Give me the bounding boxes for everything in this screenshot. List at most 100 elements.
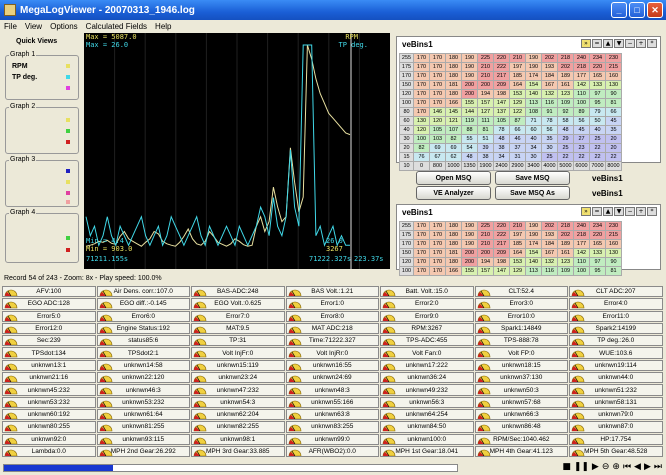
ve-cell[interactable]: 60 [525,125,542,135]
gauge[interactable]: Error2:0 [380,298,474,310]
ve-cell[interactable]: 170 [429,89,446,99]
gauge[interactable]: unknwn86:48 [474,421,568,433]
gauge[interactable]: unknwn46:3 [96,384,190,396]
ve-cell[interactable]: 81 [605,266,622,276]
gauge[interactable]: unknwn84:50 [380,421,474,433]
ve-cell[interactable]: 202 [541,53,558,63]
gauge[interactable]: unknwn83:255 [285,421,379,433]
ve-cell[interactable]: 185 [509,239,526,249]
gauge[interactable]: Lambda:0.0 [2,445,96,458]
gauge[interactable]: unknwn48:3 [285,384,379,396]
ve-cell[interactable]: 170 [429,266,446,276]
ve-cell[interactable]: 180 [445,62,462,72]
ve-cell[interactable]: 170 [413,107,430,117]
ve-cell[interactable]: 91 [541,107,558,117]
gauge[interactable]: unknwn23:24 [191,372,285,384]
graph-3-group[interactable]: Graph 3 [5,156,79,207]
ve-cell[interactable]: 164 [509,248,526,258]
ve-cell[interactable]: 110 [573,257,590,267]
step-back-icon[interactable]: ◀ [634,462,641,472]
ve-cell[interactable]: 220 [589,62,606,72]
ve-cell[interactable]: 56 [573,116,590,126]
ve-cell[interactable]: 88 [461,125,478,135]
gauge[interactable]: WUE:103.6 [569,347,663,359]
ve-cell[interactable]: 234 [589,221,606,231]
ve-cell[interactable]: 153 [509,89,526,99]
gauge[interactable]: AFR(WBO2):0.0 [285,445,379,458]
gauge[interactable]: unknwn54:3 [191,396,285,408]
ve-cell[interactable]: 170 [413,71,430,81]
gauge[interactable]: unknwn64:254 [380,408,474,421]
ve-cell[interactable]: 67 [429,152,446,162]
gauge[interactable]: unknwn44:0 [569,372,663,384]
ve-cell[interactable]: 54 [461,143,478,153]
ve-cell[interactable]: 22 [589,152,606,162]
gauge[interactable]: Spark2:14199 [569,322,663,335]
ve-cell[interactable]: 110 [573,89,590,99]
ve-cell[interactable]: 40 [589,125,606,135]
zoom-in-icon[interactable]: ⊕ [612,462,620,472]
ve-cell[interactable]: 177 [573,71,590,81]
gauge[interactable]: BAS Volt.:1.21 [285,286,379,298]
gauge[interactable]: status85:6 [96,335,190,347]
ve-cell[interactable]: 58 [557,116,574,126]
ve-cell[interactable]: 78 [493,125,510,135]
ve-cell[interactable]: 22 [605,152,622,162]
gauge[interactable]: unknwn14:58 [96,359,190,372]
graph-1-series-2[interactable]: TP deg. [12,74,37,81]
ve-cell[interactable]: 170 [413,248,430,258]
gauge[interactable]: unknwn18:15 [474,359,568,372]
ve-cell[interactable]: 215 [605,230,622,240]
ve-cell[interactable]: 222 [493,230,510,240]
gauge[interactable]: Volt InjFr:0 [191,347,285,359]
ve-cell[interactable]: 190 [525,221,542,231]
gauge[interactable]: unknwn37:130 [474,372,568,384]
ve-cell[interactable]: 108 [525,107,542,117]
ve-cell[interactable]: 50 [589,116,606,126]
gauge[interactable]: unknwn24:69 [285,372,379,384]
ve-cell[interactable]: 161 [557,248,574,258]
down-arrow-icon[interactable]: ▼ [614,39,624,48]
gauge[interactable]: Error5:0 [2,310,96,322]
ve-cell[interactable]: 133 [589,248,606,258]
gauge[interactable]: Error4:0 [569,298,663,310]
ve-cell[interactable]: 160 [605,71,622,81]
ve-cell[interactable]: 103 [429,134,446,144]
ve-cell[interactable]: 190 [525,62,542,72]
ve-cell[interactable]: 34 [525,143,542,153]
gauge[interactable]: unknwn53:232 [96,396,190,408]
ve-cell[interactable]: 161 [557,80,574,90]
ve-cell[interactable]: 180 [445,239,462,249]
ve-cell[interactable]: 133 [589,80,606,90]
ve-cell[interactable]: 109 [557,266,574,276]
gauge[interactable]: unknwn13:1 [2,359,96,372]
ve-cell[interactable]: 170 [413,80,430,90]
gauge[interactable]: unknwn36:24 [380,372,474,384]
ve-cell[interactable]: 180 [445,71,462,81]
gauge[interactable]: unknwn51:232 [569,384,663,396]
ve-cell[interactable]: 48 [493,134,510,144]
ve-cell[interactable]: 66 [509,125,526,135]
ve-cell[interactable]: 202 [541,221,558,231]
ve-cell[interactable]: 190 [461,239,478,249]
ve-cell[interactable]: 48 [557,125,574,135]
ve-cell[interactable]: 234 [589,53,606,63]
down-arrow-icon[interactable]: ▼ [614,207,624,216]
ve-cell[interactable]: 81 [605,98,622,108]
ve-cell[interactable]: 121 [445,116,462,126]
ve-analyzer-button[interactable]: VE Analyzer [416,186,491,200]
gauge[interactable]: Error8:0 [285,310,379,322]
ve-cell[interactable]: 170 [429,71,446,81]
ve-cell[interactable]: 22 [589,143,606,153]
gauge[interactable]: TP deg.:26.0 [569,335,663,347]
ve-cell[interactable]: 95 [589,98,606,108]
ve-cell[interactable]: 30 [541,143,558,153]
ve-cell[interactable]: 189 [557,71,574,81]
ve-cell[interactable]: 20 [605,134,622,144]
ve-cell[interactable]: 145 [445,107,462,117]
gauge[interactable]: unknwn21:16 [2,372,96,384]
ve-cell[interactable]: 240 [573,53,590,63]
gauge[interactable]: unknwn98:1 [191,433,285,445]
gauge[interactable]: unknwn93:115 [96,433,190,445]
ve-cell[interactable]: 155 [461,266,478,276]
